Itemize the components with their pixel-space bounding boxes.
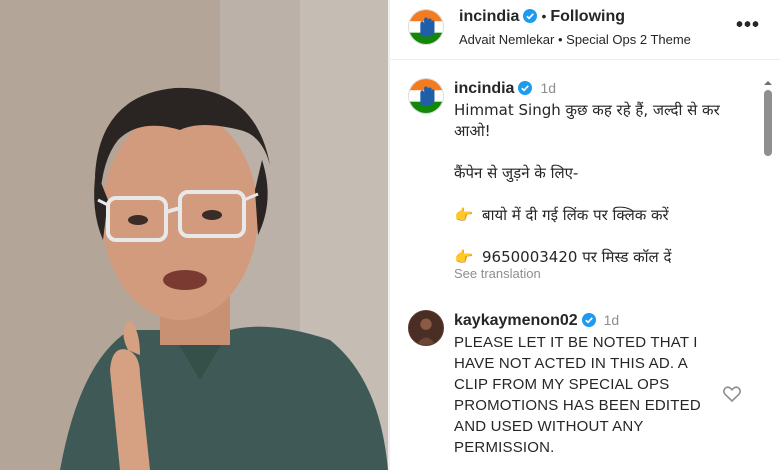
caption-line: कैंपेन से जुड़ने के लिए-	[454, 164, 579, 182]
caption-username[interactable]: incindia	[454, 80, 514, 97]
comments-scrollbar[interactable]	[762, 78, 774, 470]
caption-line: बायो में दी गई लिंक पर क्लिक करें	[482, 206, 669, 224]
caption-bullet: 👉 9650003420 पर मिस्ड कॉल दें	[454, 247, 754, 268]
incindia-avatar[interactable]	[408, 9, 444, 45]
header-title-row: incindia • Following	[459, 8, 625, 26]
caption-bullet: 👉 बायो में दी गई लिंक पर क्लिक करें	[454, 205, 754, 226]
caption-avatar[interactable]	[408, 78, 444, 114]
caption-header: incindia 1d	[454, 80, 556, 98]
see-translation-link[interactable]: See translation	[454, 266, 541, 281]
caption-timestamp[interactable]: 1d	[540, 80, 556, 96]
pointing-hand-icon: 👉	[454, 248, 474, 266]
scrollbar-thumb[interactable]	[764, 90, 772, 156]
following-button[interactable]: Following	[550, 8, 625, 25]
congress-hand-logo-icon	[409, 10, 443, 44]
video-frame-man-in-glasses	[0, 0, 388, 470]
heart-icon[interactable]	[722, 384, 742, 404]
caption-line: 9650003420 पर मिस्ड कॉल दें	[482, 248, 672, 266]
audio-attribution[interactable]: Advait Nemlekar • Special Ops 2 Theme	[459, 32, 691, 47]
more-options-icon[interactable]: •••	[736, 14, 759, 36]
instagram-post-view: incindia • Following Advait Nemlekar • Spe…	[0, 0, 780, 470]
congress-hand-logo-icon	[409, 79, 443, 113]
header-username[interactable]: incindia	[459, 8, 519, 25]
scroll-up-arrow-icon[interactable]	[763, 78, 773, 88]
caption-line: Himmat Singh कुछ कह रहे हैं, जल्दी से कर…	[454, 101, 720, 140]
separator-dot: •	[541, 8, 547, 24]
comment-username[interactable]: kaykaymenon02	[454, 312, 578, 329]
pointing-hand-icon: 👉	[454, 206, 474, 224]
comment-header: kaykaymenon02 1d	[454, 312, 619, 330]
verified-badge-icon	[518, 81, 533, 95]
comment-timestamp[interactable]: 1d	[604, 312, 620, 328]
verified-badge-icon	[523, 9, 538, 23]
comment-text: PLEASE LET IT BE NOTED THAT I HAVE NOT A…	[454, 334, 701, 456]
profile-photo-icon	[409, 311, 443, 345]
commenter-avatar[interactable]	[408, 310, 444, 346]
post-side-panel: incindia • Following Advait Nemlekar • Spe…	[390, 0, 780, 470]
caption-text: Himmat Singh कुछ कह रहे हैं, जल्दी से कर…	[454, 100, 754, 268]
post-header: incindia • Following Advait Nemlekar • Spe…	[390, 0, 780, 60]
video-player[interactable]	[0, 0, 388, 470]
verified-badge-icon	[581, 313, 596, 327]
